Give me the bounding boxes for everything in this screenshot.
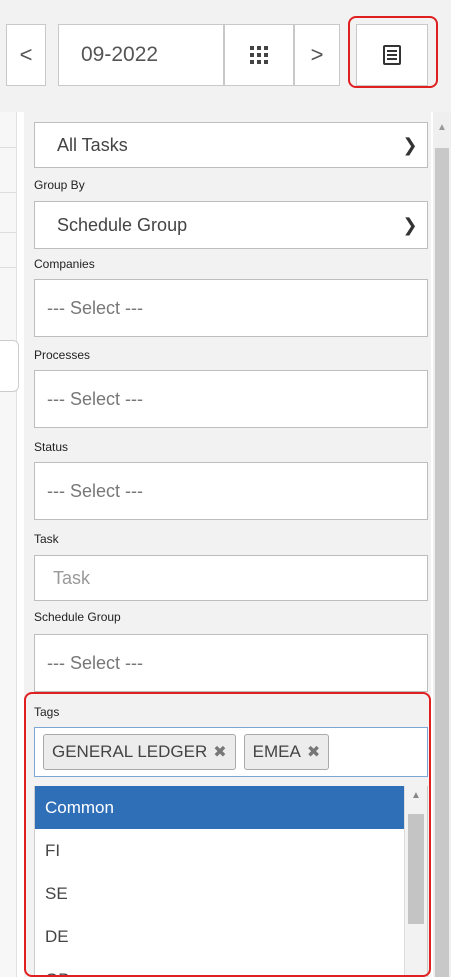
grid-icon xyxy=(250,46,268,64)
tag-option[interactable]: GB xyxy=(35,958,427,977)
task-label: Task xyxy=(34,532,59,546)
tag-chip[interactable]: EMEA ✖ xyxy=(243,734,330,770)
processes-label: Processes xyxy=(34,348,91,362)
schedule-group-label: Schedule Group xyxy=(34,610,121,624)
remove-tag-icon[interactable]: ✖ xyxy=(213,742,226,762)
dropdown-scrollbar[interactable]: ▲ xyxy=(404,786,427,977)
status-select[interactable]: --- Select --- xyxy=(34,462,428,520)
status-placeholder: --- Select --- xyxy=(47,480,143,501)
dropdown-scroll-thumb[interactable] xyxy=(408,814,424,924)
panel-scrollbar[interactable]: ▲ xyxy=(433,112,451,977)
tag-chip[interactable]: GENERAL LEDGER ✖ xyxy=(43,734,236,770)
scroll-up-arrow-icon[interactable]: ▲ xyxy=(405,790,427,801)
task-filter-select[interactable]: All Tasks ❯ xyxy=(34,122,428,168)
group-by-value: Schedule Group xyxy=(57,214,188,235)
toolbar: < 09-2022 > xyxy=(0,0,451,112)
group-by-label: Group By xyxy=(34,178,85,192)
schedule-group-select[interactable]: --- Select --- xyxy=(34,634,428,692)
tags-dropdown-list: Common FI SE DE GB ▲ xyxy=(34,786,428,977)
task-input[interactable]: Task xyxy=(34,555,428,601)
companies-label: Companies xyxy=(34,257,95,271)
left-panel-edge xyxy=(0,112,17,977)
next-period-label: > xyxy=(310,42,324,67)
companies-select[interactable]: --- Select --- xyxy=(34,279,428,337)
tag-option[interactable]: SE xyxy=(35,872,427,915)
previous-period-label: < xyxy=(19,42,33,67)
processes-select[interactable]: --- Select --- xyxy=(34,370,428,428)
remove-tag-icon[interactable]: ✖ xyxy=(307,742,320,762)
schedule-group-placeholder: --- Select --- xyxy=(47,652,143,673)
processes-placeholder: --- Select --- xyxy=(47,388,143,409)
tags-multiselect[interactable]: GENERAL LEDGER ✖ EMEA ✖ xyxy=(34,727,428,777)
chevron-down-icon: ❯ xyxy=(402,214,418,235)
previous-period-button[interactable]: < xyxy=(6,24,46,86)
tags-label: Tags xyxy=(34,705,60,719)
companies-placeholder: --- Select --- xyxy=(47,297,143,318)
list-icon xyxy=(383,45,401,65)
tag-option[interactable]: Common xyxy=(35,786,427,829)
calendar-grid-button[interactable] xyxy=(224,24,294,86)
tag-chip-label: EMEA xyxy=(252,742,301,761)
panel-scroll-thumb[interactable] xyxy=(435,148,449,977)
list-view-button[interactable] xyxy=(356,24,428,86)
task-placeholder: Task xyxy=(53,567,91,588)
next-period-button[interactable]: > xyxy=(294,24,340,86)
scroll-up-arrow-icon[interactable]: ▲ xyxy=(433,122,451,133)
tag-option[interactable]: DE xyxy=(35,915,427,958)
task-filter-value: All Tasks xyxy=(57,134,128,155)
tag-option[interactable]: FI xyxy=(35,829,427,872)
tag-chip-label: GENERAL LEDGER xyxy=(52,742,208,761)
group-by-select[interactable]: Schedule Group ❯ xyxy=(34,201,428,249)
status-label: Status xyxy=(34,440,69,454)
period-value: 09-2022 xyxy=(81,43,159,66)
chevron-down-icon: ❯ xyxy=(402,134,418,155)
left-panel-tab[interactable] xyxy=(0,340,19,392)
period-display[interactable]: 09-2022 xyxy=(58,24,224,86)
